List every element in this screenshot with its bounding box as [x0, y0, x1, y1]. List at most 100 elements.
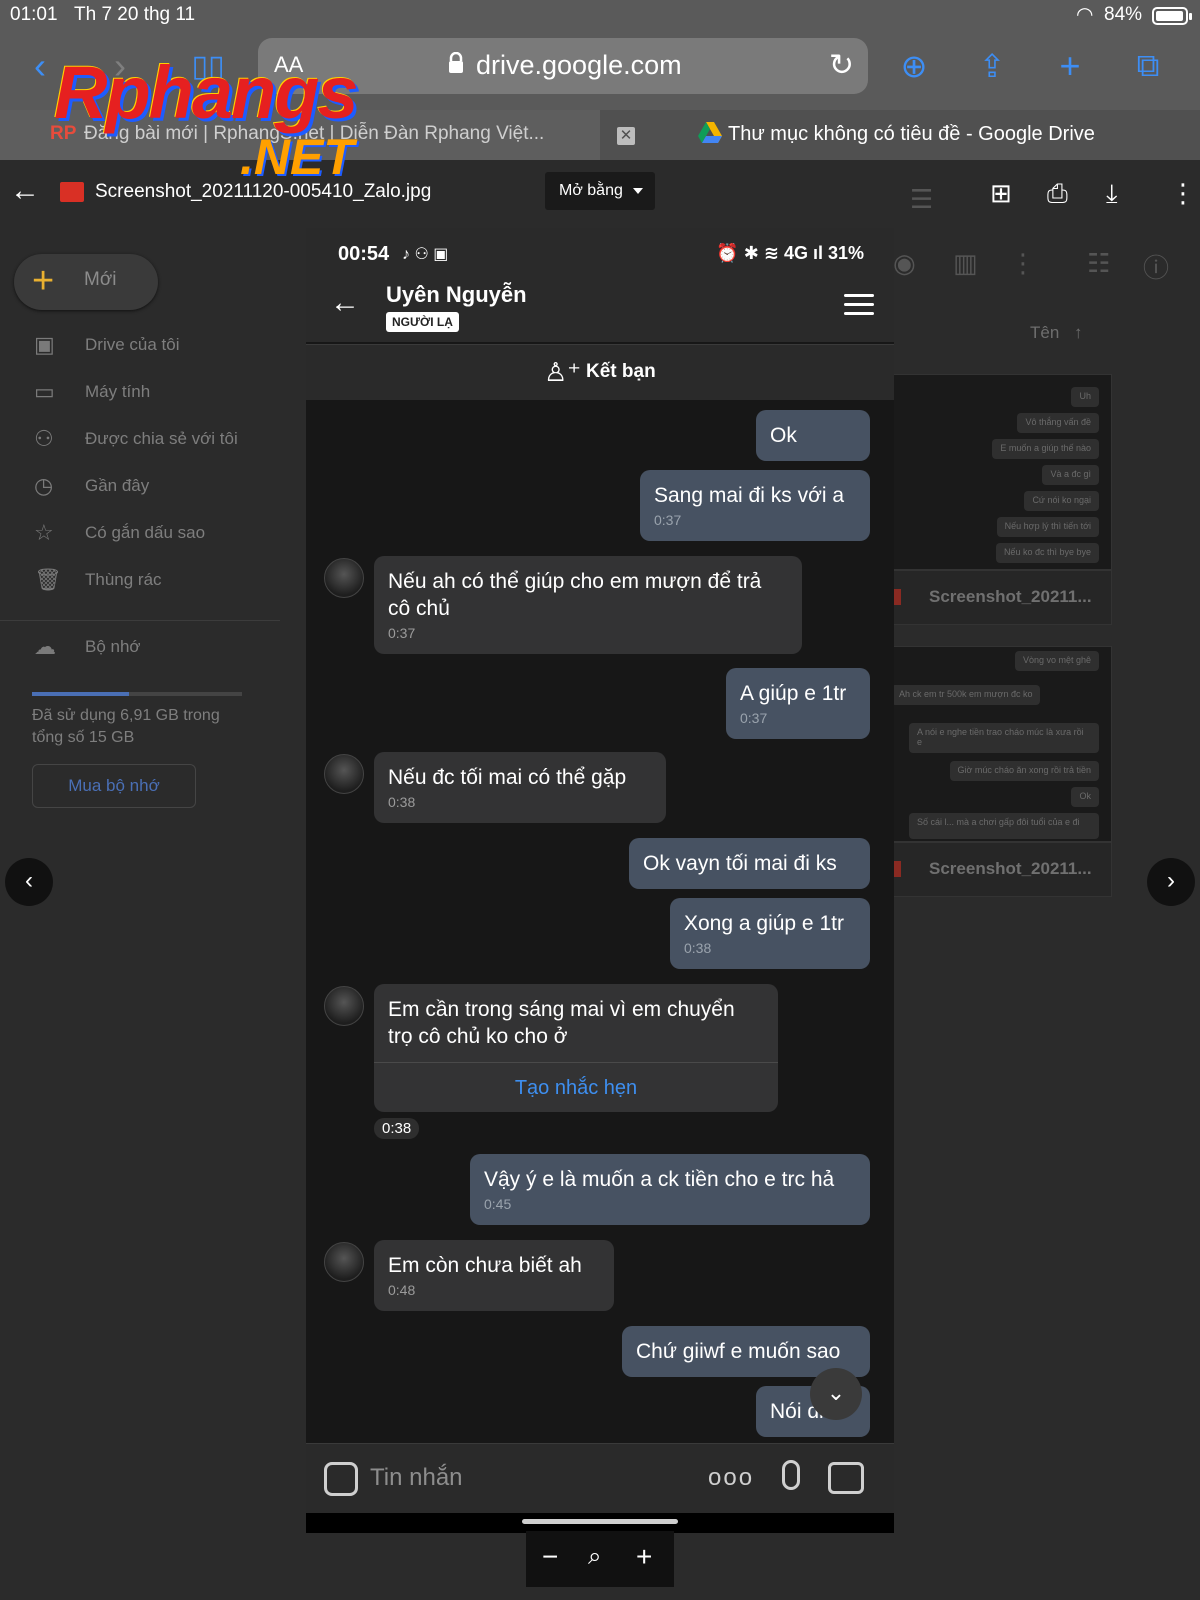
sidebar-item-computers[interactable]: ▭ Máy tính [0, 373, 300, 413]
my-drive-icon: ▣ [34, 332, 55, 357]
image-icon [828, 1462, 864, 1494]
outgoing-message: Ok vayn tối mai đi ks [629, 838, 870, 889]
preview-bubble: Số cái l... mà a chơi gấp đôi tuổi của e… [909, 813, 1099, 839]
message-text: Nếu đc tối mai có thể gặp [388, 766, 627, 789]
ios-status-bar: 01:01 Th 7 20 thg 11 ◠ 84% [0, 0, 1200, 32]
more-options-icon: ooo [708, 1464, 755, 1491]
tab-google-drive[interactable]: Thư mục không có tiêu đề - Google Drive [698, 122, 1095, 149]
list-view-icon: ☷ [1087, 248, 1111, 278]
sidebar-item-label: Gần đây [85, 476, 150, 495]
print-icon[interactable]: ⎙ [1047, 178, 1068, 210]
back-arrow-icon: ← [330, 286, 360, 319]
open-with-button[interactable]: Mở bằng [545, 172, 655, 210]
add-friend-icon: ♙⁺ [544, 357, 582, 387]
more-vert-icon[interactable]: ⋮ [1170, 178, 1196, 209]
url-text: drive.google.com [476, 50, 682, 80]
preview-bubble: E muốn a giúp thế nào [992, 439, 1099, 459]
storage-text: Đã sử dụng 6,91 GB trong tổng số 15 GB [32, 707, 220, 746]
sidebar-item-starred[interactable]: ☆ Có gắn dấu sao [0, 514, 300, 554]
new-button-label: Mới [84, 269, 117, 290]
sidebar-item-recent[interactable]: ◷ Gần đây [0, 467, 300, 507]
downloads-icon[interactable]: ⊕ [890, 42, 938, 90]
phone-battery-pct: 31% [827, 243, 864, 263]
share-icon[interactable]: ⇪ [968, 42, 1016, 90]
file-thumbnail[interactable]: Uh Vô thắng vấn đề E muốn a giúp thế nào… [890, 374, 1112, 570]
sidebar-item-label: Máy tính [85, 382, 151, 401]
sidebar-item-storage[interactable]: ☁ Bộ nhớ [0, 628, 300, 668]
battery-icon [1152, 7, 1192, 25]
message-text: Em còn chưa biết ah [388, 1254, 582, 1277]
message-time: 0:38 [374, 1118, 420, 1139]
info-icon: ⓘ [1143, 253, 1170, 283]
message-time: 0:37 [654, 512, 682, 528]
preview-bubble: Giờ múc cháo ăn xong rồi trả tiền [949, 761, 1099, 781]
sidebar-item-shared[interactable]: ⚇ Được chia sẻ với tôi [0, 420, 300, 460]
zoom-controls: − ⌕ + [526, 1531, 674, 1587]
computer-icon: ▭ [34, 379, 55, 404]
phone-battery: ⏰ ✱ ≋ 4G ıl 31% [716, 243, 864, 263]
microphone-icon [782, 1460, 800, 1490]
buy-storage-button[interactable]: Mua bộ nhớ [32, 764, 196, 808]
battery-percent: 84% [1104, 4, 1143, 25]
sidebar-item-label: Được chia sẻ với tôi [85, 429, 238, 448]
previous-image-button[interactable]: ‹ [5, 858, 53, 906]
add-friend-bar: ♙⁺ Kết bạn [306, 344, 894, 400]
contact-name: Uyên Nguyễn [386, 282, 527, 307]
close-tab-icon[interactable]: ✕ [617, 127, 635, 145]
file-caption[interactable]: Screenshot_20211... [890, 842, 1112, 897]
clock-icon: ◷ [34, 473, 54, 498]
preview-bubble: Và a đc gì [1042, 465, 1099, 485]
wifi-icon: ◠ [1076, 4, 1094, 26]
reload-icon[interactable]: ↻ [829, 48, 854, 83]
download-icon[interactable]: ⤓ [1106, 178, 1118, 210]
add-comment-icon[interactable]: ⊞ [990, 178, 1012, 209]
back-arrow-icon[interactable]: ← [10, 174, 40, 208]
battery-level-fill [1156, 11, 1183, 21]
message-text: Ok [770, 424, 797, 447]
chat-header: ← Uyên Nguyễn NGƯỜI LẠ [306, 274, 894, 342]
zoom-out-button[interactable]: − [542, 1541, 558, 1573]
viewer-header: ← Screenshot_20211120-005410_Zalo.jpg Mở… [0, 160, 1200, 230]
rphangs-logo: Rphangs [54, 51, 359, 134]
more-vert-icon: ⋮ [1010, 248, 1036, 278]
image-file-icon [60, 182, 84, 202]
cloud-icon: ☁ [34, 634, 56, 659]
message-time: 0:48 [388, 1282, 416, 1298]
rphangs-logo-suffix: .NET [240, 129, 354, 185]
contact-avatar [324, 754, 364, 794]
message-text: Nếu ah có thể giúp cho em mượn để trả cô… [388, 570, 762, 620]
zoom-in-button[interactable]: + [636, 1541, 652, 1573]
sticker-icon [324, 1462, 358, 1496]
home-indicator [306, 1513, 894, 1533]
file-caption[interactable]: Screenshot_20211... [890, 570, 1112, 625]
file-thumbnail[interactable]: Vòng vo mệt ghê Ah ck em tr 500k em mượn… [890, 646, 1112, 842]
new-button[interactable]: + Mới [14, 254, 158, 310]
outgoing-message: Xong a giúp e 1tr 0:38 [670, 898, 870, 969]
sort-arrow-up-icon[interactable]: ↑ [1074, 323, 1083, 343]
next-image-button[interactable]: › [1147, 858, 1195, 906]
trash-icon: 🗑 [34, 567, 62, 592]
sidebar-divider [0, 620, 280, 621]
open-with-label: Mở bằng [559, 182, 623, 199]
new-tab-icon[interactable]: + [1046, 42, 1094, 90]
preview-bubble: Ok [1071, 787, 1099, 807]
lock-icon [449, 52, 463, 73]
file-name: Screenshot_20211... [929, 859, 1092, 878]
status-time: 01:01 [10, 4, 58, 25]
sidebar-item-trash[interactable]: 🗑 Thùng rác [0, 561, 300, 601]
tabs-overview-icon[interactable]: ⧉ [1124, 42, 1172, 90]
add-friend-label: Kết bạn [586, 361, 656, 382]
contact-avatar [324, 986, 364, 1026]
incoming-message: Em cần trong sáng mai vì em chuyển trọ c… [374, 984, 778, 1112]
message-time: 0:38 [684, 940, 712, 956]
phone-time: 00:54 [338, 243, 390, 265]
menu-icon [844, 294, 874, 318]
contact-avatar [324, 1242, 364, 1282]
message-text: Ok vayn tối mai đi ks [643, 852, 837, 875]
sort-by-name[interactable]: Tên [1030, 323, 1059, 343]
sidebar-item-label: Thùng rác [85, 570, 162, 589]
trash-icon: ▥ [953, 248, 978, 278]
sidebar-item-my-drive[interactable]: ▣ Drive của tôi [0, 326, 300, 366]
message-text: Chứ giiwf e muốn sao [636, 1340, 841, 1363]
incoming-message: Nếu ah có thể giúp cho em mượn để trả cô… [374, 556, 802, 654]
